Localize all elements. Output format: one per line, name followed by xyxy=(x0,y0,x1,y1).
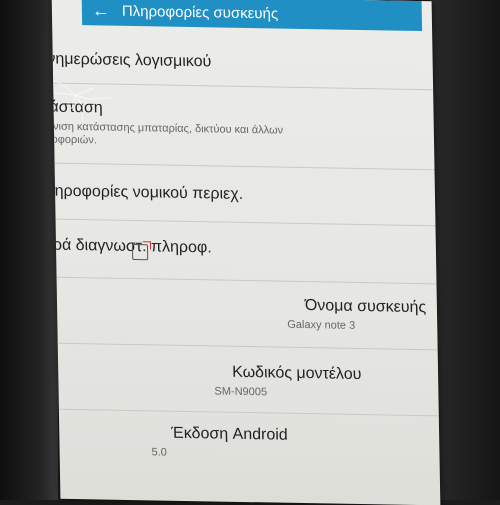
list-item-diagnostic-report[interactable]: Αναφορά διαγνωστ. πληροφ. xyxy=(52,218,437,285)
arrow-left-icon[interactable]: ← xyxy=(88,0,114,21)
list-item-title: Κωδικός μοντέλου xyxy=(231,363,362,384)
list-item-device-name[interactable]: Όνομα συσκευής Galaxy note 3 xyxy=(56,276,438,351)
list-item-title: Όνομα συσκευής xyxy=(304,297,427,317)
list-item-subtitle: Εμφάνιση κατάστασης μπαταρίας, δικτύου κ… xyxy=(51,120,284,147)
list-item-title: Έκδοση Android xyxy=(171,424,288,444)
device-bezel-right xyxy=(430,0,500,500)
list-item-subtitle: 5.0 xyxy=(151,446,167,459)
list-item-legal-info[interactable]: Πληροφορίες νομικού περιεχ. xyxy=(51,162,436,227)
external-link-icon xyxy=(131,244,149,261)
list-item-android-version[interactable]: Έκδοση Android 5.0 xyxy=(59,409,440,486)
list-item-title: Πληροφορίες νομικού περιεχ. xyxy=(51,182,244,203)
device-bezel-left xyxy=(0,0,58,500)
list-item-model-number[interactable]: Κωδικός μοντέλου SM-N9005 xyxy=(57,342,439,417)
phone-screen: ← Πληροφορίες συσκευής Ενημερώσεις λογισ… xyxy=(51,0,441,505)
list-item-software-updates[interactable]: Ενημερώσεις λογισμικού xyxy=(51,24,434,91)
list-item-title: Κατάσταση xyxy=(51,98,103,117)
list-item-subtitle: SM-N9005 xyxy=(214,385,268,399)
list-item-title: Ενημερώσεις λογισμικού xyxy=(51,50,212,71)
list-item-status[interactable]: Κατάσταση Εμφάνιση κατάστασης μπαταρίας,… xyxy=(51,82,435,171)
list-item-subtitle: Galaxy note 3 xyxy=(287,318,356,332)
page-title: Πληροφορίες συσκευής xyxy=(121,2,279,23)
